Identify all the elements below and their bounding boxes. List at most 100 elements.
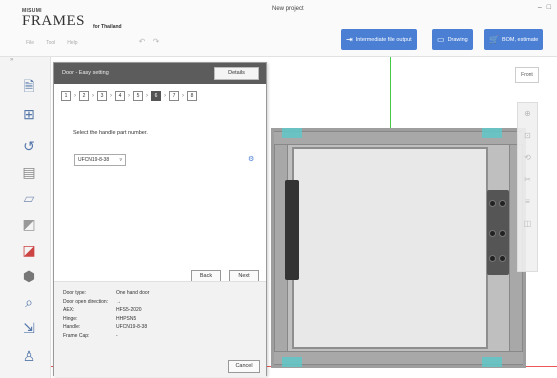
chevron-right-icon: ›	[182, 93, 184, 99]
bracket-icon[interactable]: ◩	[20, 215, 38, 233]
bolt-icon	[489, 230, 496, 237]
summary-value: One hand door	[116, 290, 150, 297]
window-title: New project	[272, 6, 304, 12]
summary-row: Door open direction: →	[63, 298, 216, 307]
summary-value: HFS5-2020	[116, 307, 142, 314]
chevron-down-icon: ▿	[119, 157, 122, 163]
title-bar: MISUMI FRAMES for Thailand File Tool Hel…	[0, 0, 557, 57]
intermediate-file-output-label: Intermediate file output	[355, 36, 412, 43]
summary-value: →	[116, 298, 121, 305]
gear-icon[interactable]: ⚙	[248, 155, 254, 163]
step-2[interactable]: 2	[79, 91, 89, 101]
door-panel[interactable]	[292, 147, 488, 349]
maximize-button[interactable]: □	[547, 4, 551, 11]
search-icon[interactable]: ⌕	[20, 293, 38, 311]
profile-parts-icon[interactable]: ▤	[20, 163, 38, 181]
joint-highlight	[482, 357, 502, 367]
brand-logo: FRAMES	[22, 13, 86, 29]
import-icon[interactable]: ⇲	[20, 319, 38, 337]
joint-highlight	[482, 128, 502, 138]
drawing-icon: ▭	[437, 35, 445, 44]
summary-row: Hinge: HHPSN5	[63, 315, 216, 324]
chevron-right-icon: ›	[110, 93, 112, 99]
measure-icon[interactable]: ✂	[518, 169, 537, 191]
handle-part-value: UFCN19-8-38	[78, 157, 110, 163]
redo-icon[interactable]: ↷	[151, 37, 161, 47]
door-easy-setting-dialog: Door - Easy setting Details 1 › 2 › 3 › …	[53, 62, 267, 377]
export-icon: ⇥	[346, 35, 353, 44]
summary-key: Door type:	[63, 290, 87, 297]
summary-row: Frame Cap: -	[63, 332, 216, 341]
left-sidebar: » 🗎 ⊞ ↺ ▤ ▱ ◩ ◪ ⬢ ⌕ ⇲ ♙	[0, 57, 51, 378]
joint-highlight	[282, 357, 302, 367]
step-7[interactable]: 7	[169, 91, 179, 101]
handle-part[interactable]	[487, 190, 509, 275]
dialog-title: Door - Easy setting	[62, 70, 109, 76]
summary-value: -	[116, 332, 118, 339]
summary-key: Door open direction:	[63, 298, 109, 305]
step-prompt: Select the handle part number.	[73, 130, 148, 136]
step-6[interactable]: 6	[151, 91, 161, 101]
summary-key: AEX:	[63, 307, 75, 314]
new-document-icon[interactable]: 🗎	[20, 78, 38, 97]
menu-help[interactable]: Help	[67, 40, 77, 46]
intermediate-file-output-button[interactable]: ⇥ Intermediate file output	[341, 29, 417, 50]
menu-file[interactable]: File	[26, 40, 34, 46]
collapse-icon[interactable]: »	[10, 57, 13, 63]
undo-icon[interactable]: ↶	[137, 37, 147, 47]
window-controls: – □	[538, 4, 551, 11]
bom-estimate-button[interactable]: 🛒 BOM, estimate	[484, 29, 544, 50]
step-5[interactable]: 5	[133, 91, 143, 101]
cube-icon[interactable]: ◫	[518, 213, 537, 235]
settings-summary: Door type: One hand door Door open direc…	[63, 289, 216, 340]
zoom-icon[interactable]: ⊕	[518, 103, 537, 125]
drawing-label: Drawing	[447, 36, 468, 43]
summary-row: Handle: UFCN19-8-38	[63, 323, 216, 332]
chevron-right-icon: ›	[74, 93, 76, 99]
caster-icon[interactable]: ⬢	[20, 267, 38, 285]
hinge-part[interactable]	[285, 180, 299, 280]
step-3[interactable]: 3	[97, 91, 107, 101]
summary-value: UFCN19-8-38	[116, 324, 148, 331]
rotate-icon[interactable]: ⟲	[518, 147, 537, 169]
menu-bar: File Tool Help	[26, 40, 78, 46]
drawing-button[interactable]: ▭ Drawing	[432, 29, 473, 50]
summary-row: AEX: HFS5-2020	[63, 306, 216, 315]
cancel-button[interactable]: Cancel	[228, 360, 260, 373]
bolt-icon	[499, 200, 506, 207]
panel-icon[interactable]: ▱	[20, 189, 38, 207]
bolt-icon	[499, 255, 506, 262]
step-8[interactable]: 8	[187, 91, 197, 101]
cart-icon: 🛒	[489, 35, 499, 44]
fit-icon[interactable]: ⊡	[518, 125, 537, 147]
bolt-icon	[499, 230, 506, 237]
view-front-button[interactable]: Front	[515, 67, 539, 83]
summary-value: HHPSN5	[116, 315, 137, 322]
frame-layout-icon[interactable]: ⊞	[20, 105, 38, 123]
details-button[interactable]: Details	[214, 67, 259, 80]
menu-tool[interactable]: Tool	[46, 40, 55, 46]
summary-key: Handle:	[63, 324, 81, 331]
joint-highlight	[282, 128, 302, 138]
summary-row: Door type: One hand door	[63, 289, 216, 298]
history-icon[interactable]: ↺	[20, 137, 38, 155]
chevron-right-icon: ›	[92, 93, 94, 99]
chevron-right-icon: ›	[164, 93, 166, 99]
layers-icon[interactable]: ≡	[518, 191, 537, 213]
step-indicator: 1 › 2 › 3 › 4 › 5 › 6 › 7 › 8	[61, 91, 197, 101]
step-1[interactable]: 1	[61, 91, 71, 101]
door-icon[interactable]: ◪	[20, 241, 38, 259]
step-4[interactable]: 4	[115, 91, 125, 101]
dialog-header: Door - Easy setting Details	[54, 63, 266, 84]
chevron-right-icon: ›	[128, 93, 130, 99]
bom-estimate-label: BOM, estimate	[501, 36, 539, 43]
summary-key: Hinge:	[63, 315, 78, 322]
handle-part-select[interactable]: UFCN19-8-38 ▿	[74, 154, 126, 166]
view-tools-column: ⊕ ⊡ ⟲ ✂ ≡ ◫	[517, 102, 538, 272]
minimize-button[interactable]: –	[538, 4, 542, 11]
dialog-body: Select the handle part number. UFCN19-8-…	[54, 106, 266, 281]
brand-subtitle: for Thailand	[93, 24, 122, 30]
bolt-icon	[489, 200, 496, 207]
summary-key: Frame Cap:	[63, 332, 90, 339]
person-icon[interactable]: ♙	[20, 347, 38, 365]
